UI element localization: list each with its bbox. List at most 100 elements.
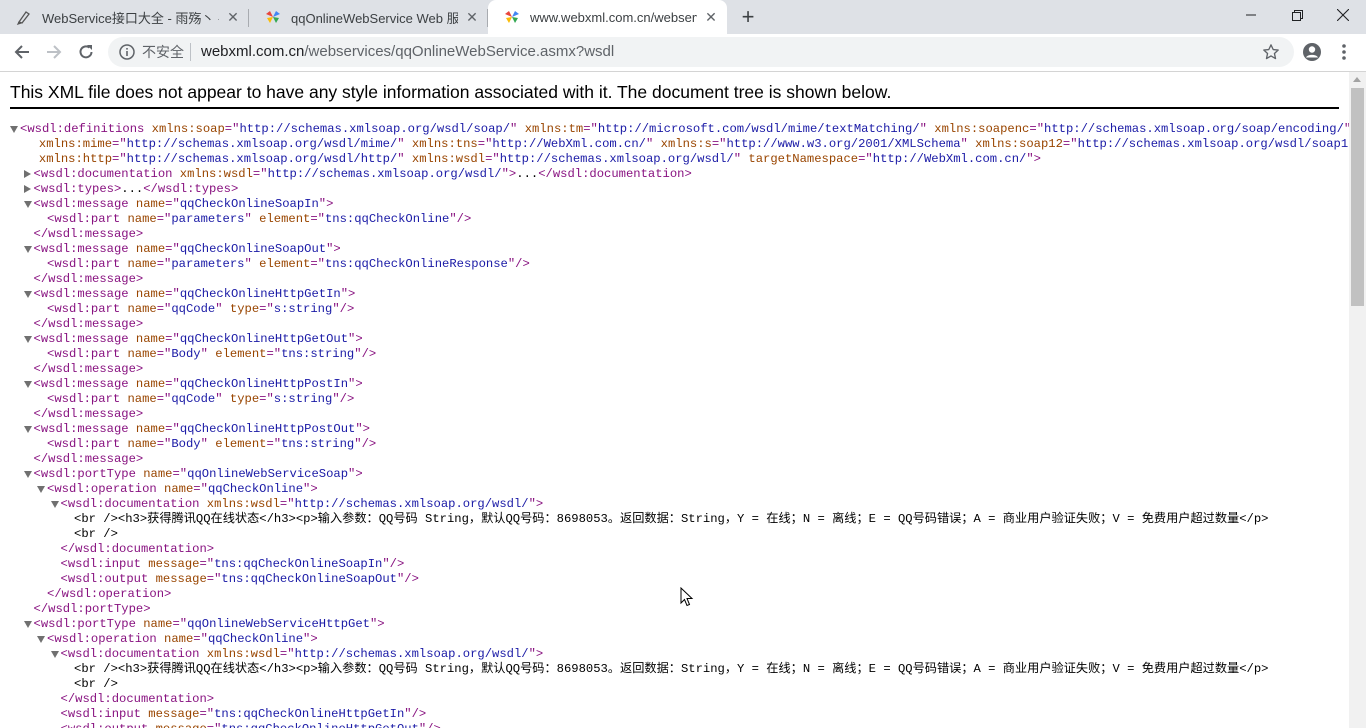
profile-avatar-icon[interactable]	[1302, 42, 1322, 62]
xml-token-attr: name	[135, 242, 166, 256]
address-bar[interactable]: 不安全 webxml.com.cn/webservices/qqOnlineWe…	[108, 37, 1294, 67]
xml-notice-header: This XML file does not appear to have an…	[10, 82, 892, 102]
xml-token-tag: ="	[165, 197, 180, 211]
menu-kebab-icon[interactable]	[1334, 42, 1354, 62]
expand-triangle-icon[interactable]	[23, 185, 31, 193]
xml-token-tag: "/>	[449, 212, 472, 226]
collapse-triangle-icon[interactable]	[37, 636, 45, 643]
xml-line[interactable]: <wsdl:message name="qqCheckOnlineSoapIn"…	[0, 197, 1349, 212]
xml-line-text: </wsdl:message>	[34, 362, 144, 377]
info-icon[interactable]	[119, 44, 135, 60]
xml-line[interactable]: <wsdl:portType name="qqOnlineWebServiceS…	[0, 467, 1349, 482]
xml-line[interactable]: <wsdl:definitions xmlns:soap="http://sch…	[0, 122, 1349, 137]
xml-line[interactable]: <wsdl:portType name="qqOnlineWebServiceH…	[0, 617, 1349, 632]
xml-line-text: <wsdl:part name="parameters" element="tn…	[47, 212, 471, 227]
xml-line[interactable]: <wsdl:operation name="qqCheckOnline">	[0, 482, 1349, 497]
xml-line[interactable]: <wsdl:message name="qqCheckOnlineHttpGet…	[0, 332, 1349, 347]
xml-line[interactable]: <wsdl:message name="qqCheckOnlineHttpGet…	[0, 287, 1349, 302]
xml-line[interactable]: <wsdl:types>...</wsdl:types>	[0, 182, 1349, 197]
reload-button[interactable]	[72, 38, 100, 66]
xml-token-tag: "/>	[404, 707, 427, 721]
xml-token-tag: "/>	[354, 437, 377, 451]
xml-line[interactable]: <wsdl:documentation xmlns:wsdl="http://s…	[0, 497, 1349, 512]
collapse-triangle-icon[interactable]	[23, 471, 32, 478]
tab-close-icon[interactable]: ✕	[225, 9, 241, 25]
collapse-triangle-icon[interactable]	[23, 426, 32, 433]
scrollbar-thumb[interactable]	[1351, 88, 1364, 306]
collapse-triangle-icon[interactable]	[23, 336, 32, 343]
close-window-button[interactable]	[1320, 0, 1366, 30]
xml-token-tag: </wsdl:message>	[33, 452, 144, 466]
xml-token-val: tns:qqCheckOnline	[324, 212, 450, 226]
xml-token-tag: "	[215, 302, 230, 316]
xml-token-tag: ">	[369, 617, 385, 631]
xml-token-attr: xmlns:wsdl	[179, 167, 253, 181]
collapse-triangle-icon[interactable]	[23, 291, 32, 298]
xml-token-tag: ">	[501, 167, 517, 181]
xml-line[interactable]: <wsdl:documentation xmlns:wsdl="http://s…	[0, 647, 1349, 662]
xml-token-val: http://schemas.xmlsoap.org/wsdl/soap12/	[1077, 137, 1349, 151]
xml-line[interactable]: <wsdl:message name="qqCheckOnlineHttpPos…	[0, 422, 1349, 437]
xml-token-tag: </wsdl:types>	[143, 182, 239, 196]
xml-line[interactable]: <wsdl:operation name="qqCheckOnline">	[0, 632, 1349, 647]
scroll-up-arrow-icon[interactable]	[1353, 77, 1361, 82]
tab-qqonline-service[interactable]: qqOnlineWebService Web 服务 ✕	[249, 0, 488, 34]
xml-line: <br /><h3>获得腾讯QQ在线状态</h3><p>输入参数：QQ号码 St…	[0, 512, 1349, 527]
tab-webservice-list[interactable]: WebService接口大全 - 雨殇丶 - ✕	[0, 0, 249, 34]
xml-line-text: <wsdl:operation name="qqCheckOnline">	[47, 482, 318, 497]
collapse-triangle-icon[interactable]	[23, 381, 32, 388]
xml-token-tag: ="	[165, 422, 180, 436]
tab-close-icon[interactable]: ✕	[703, 9, 719, 25]
xml-line-text: </wsdl:message>	[34, 317, 144, 332]
url-path: /webservices/qqOnlineWebService.asmx?wsd…	[304, 43, 615, 60]
minimize-button[interactable]	[1228, 0, 1274, 30]
vertical-scrollbar[interactable]	[1349, 72, 1366, 728]
xml-token-attr: message	[148, 557, 200, 571]
xml-token-val: qqCheckOnlineSoapIn	[179, 197, 319, 211]
tab-close-icon[interactable]: ✕	[464, 9, 480, 25]
xml-token-attr: xmlns:soap	[151, 122, 225, 136]
xml-token-tag: <wsdl:output	[61, 722, 156, 728]
collapse-triangle-icon[interactable]	[23, 621, 32, 628]
xml-token-tag: <wsdl:input	[60, 557, 149, 571]
xml-token-tag: "	[244, 212, 260, 226]
xml-token-txt: <br /><h3>获得腾讯QQ在线状态</h3><p>输入参数：QQ号码 St…	[74, 512, 1269, 526]
xml-token-tag: "	[397, 152, 412, 166]
forward-button[interactable]	[40, 38, 68, 66]
collapse-triangle-icon[interactable]	[23, 246, 32, 253]
xml-token-val: qqCode	[171, 392, 216, 406]
xml-token-tag: ="	[259, 302, 274, 316]
xml-token-attr: xmlns:s	[660, 137, 712, 151]
xml-token-attr: type	[229, 392, 260, 406]
xml-line: <wsdl:part name="Body" element="tns:stri…	[0, 437, 1349, 452]
collapse-triangle-icon[interactable]	[50, 651, 59, 658]
bookmark-star-icon[interactable]	[1262, 43, 1280, 61]
xml-line-text: <wsdl:operation name="qqCheckOnline">	[47, 632, 318, 647]
xml-line[interactable]: <wsdl:message name="qqCheckOnlineSoapOut…	[0, 242, 1349, 257]
xml-token-tag: "	[733, 152, 749, 166]
collapse-triangle-icon[interactable]	[50, 501, 59, 508]
xml-line[interactable]: <wsdl:message name="qqCheckOnlineHttpPos…	[0, 377, 1349, 392]
xml-token-tag: ="	[711, 137, 727, 151]
collapse-triangle-icon[interactable]	[10, 126, 18, 133]
xml-line-text: </wsdl:message>	[34, 452, 144, 467]
new-tab-button[interactable]: +	[736, 6, 760, 28]
xml-line: </wsdl:message>	[0, 227, 1349, 242]
xml-token-attr: message	[148, 707, 200, 721]
expand-triangle-icon[interactable]	[23, 170, 31, 178]
tab-wsdl-active[interactable]: www.webxml.com.cn/webservi ✕	[488, 0, 727, 34]
collapse-triangle-icon[interactable]	[23, 201, 32, 208]
xml-token-tag: "/>	[354, 347, 377, 361]
xml-line[interactable]: <wsdl:documentation xmlns:wsdl="http://s…	[0, 167, 1349, 182]
xml-token-tag: "	[200, 347, 216, 361]
back-button[interactable]	[8, 38, 36, 66]
url-text[interactable]: webxml.com.cn/webservices/qqOnlineWebSer…	[201, 44, 614, 60]
xml-token-attr: xmlns:tns	[411, 137, 478, 151]
restore-button[interactable]	[1274, 0, 1320, 30]
collapse-triangle-icon[interactable]	[37, 486, 45, 493]
pen-favicon-icon	[16, 9, 32, 25]
xml-token-attr: xmlns:wsdl	[206, 647, 280, 661]
xml-token-tag: <wsdl:part	[47, 392, 128, 406]
xml-token-tag: "/>	[396, 572, 419, 586]
xml-token-tag: </wsdl:message>	[33, 272, 144, 286]
